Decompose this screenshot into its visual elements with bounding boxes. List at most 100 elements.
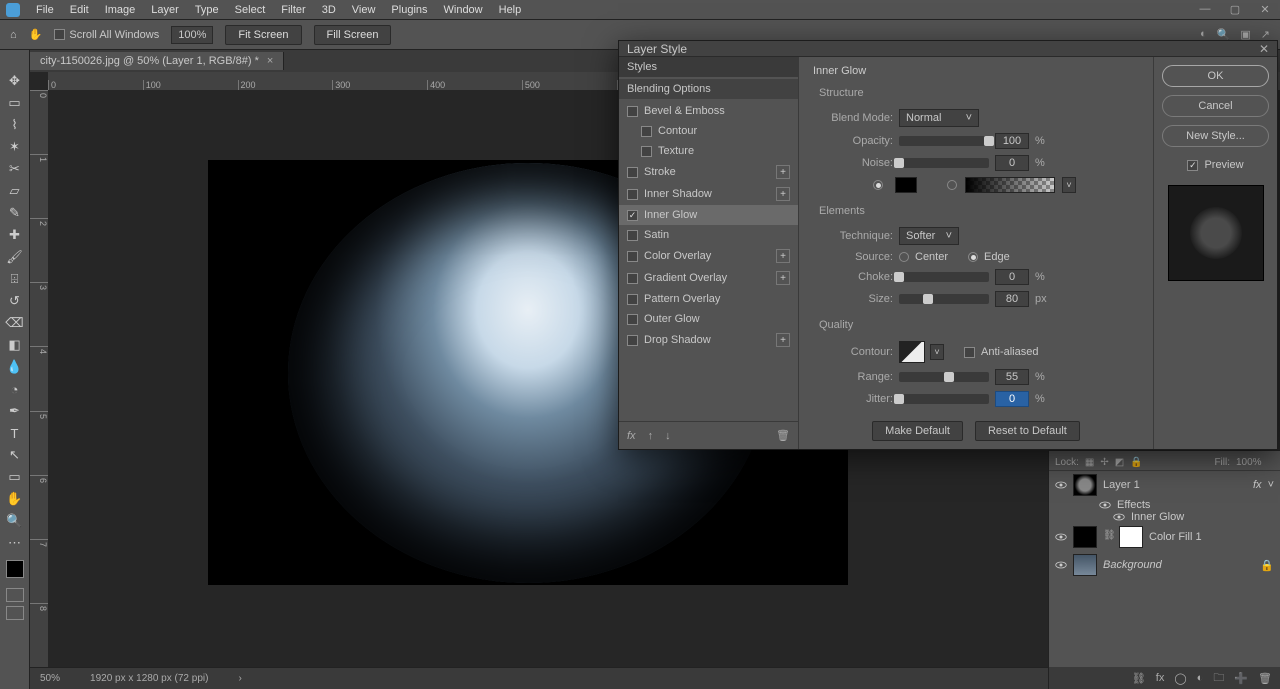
marquee-tool-icon[interactable]: ▭ [3, 92, 27, 114]
size-field[interactable]: 80 [995, 291, 1029, 307]
ok-button[interactable]: OK [1162, 65, 1269, 87]
add-instance-icon[interactable]: + [776, 249, 790, 263]
layer-row[interactable]: Background 🔒 [1049, 551, 1280, 579]
move-up-icon[interactable]: ↑ [648, 430, 654, 442]
document-tab[interactable]: city-1150026.jpg @ 50% (Layer 1, RGB/8#)… [30, 52, 284, 70]
size-slider[interactable] [899, 294, 989, 304]
zoom-level-field[interactable]: 100% [171, 26, 213, 44]
layer-thumbnail[interactable] [1073, 474, 1097, 496]
layer-row[interactable]: Layer 1 fx ˅ [1049, 471, 1280, 499]
style-item-gradient-overlay[interactable]: Gradient Overlay+ [619, 267, 798, 289]
link-layers-icon[interactable]: ⛓ [1132, 672, 1146, 685]
cancel-button[interactable]: Cancel [1162, 95, 1269, 117]
layer-name[interactable]: Layer 1 [1103, 479, 1247, 491]
blending-options-item[interactable]: Blending Options [619, 79, 798, 99]
style-checkbox[interactable] [641, 126, 652, 137]
move-down-icon[interactable]: ↓ [665, 430, 671, 442]
frame-tool-icon[interactable]: ▱ [3, 180, 27, 202]
layer-effects-label[interactable]: Effects [1049, 499, 1280, 511]
path-tool-icon[interactable]: ↖ [3, 444, 27, 466]
add-instance-icon[interactable]: + [776, 333, 790, 347]
source-edge-radio[interactable] [968, 252, 978, 262]
range-field[interactable]: 55 [995, 369, 1029, 385]
noise-slider[interactable] [899, 158, 989, 168]
dodge-tool-icon[interactable]: ◔ [3, 378, 27, 400]
menu-plugins[interactable]: Plugins [383, 4, 435, 16]
noise-field[interactable]: 0 [995, 155, 1029, 171]
style-checkbox[interactable] [627, 314, 638, 325]
reset-default-button[interactable]: Reset to Default [975, 421, 1080, 441]
add-instance-icon[interactable]: + [776, 187, 790, 201]
jitter-slider[interactable] [899, 394, 989, 404]
menu-layer[interactable]: Layer [143, 4, 187, 16]
effects-chevron-icon[interactable]: ˅ [1268, 479, 1274, 491]
menu-filter[interactable]: Filter [273, 4, 313, 16]
layer-fill-thumbnail[interactable] [1073, 526, 1097, 548]
preview-checkbox[interactable] [1187, 160, 1198, 171]
link-icon[interactable]: ⛓ [1103, 530, 1113, 544]
status-chevron-icon[interactable]: › [238, 673, 241, 684]
style-item-color-overlay[interactable]: Color Overlay+ [619, 245, 798, 267]
style-item-pattern-overlay[interactable]: Pattern Overlay [619, 289, 798, 309]
wand-tool-icon[interactable]: ✶ [3, 136, 27, 158]
window-maximize-icon[interactable]: ▢ [1226, 3, 1244, 16]
style-item-stroke[interactable]: Stroke+ [619, 161, 798, 183]
technique-dropdown[interactable]: Softer ˅ [899, 227, 959, 245]
layer-fx-badge[interactable]: fx [1253, 479, 1262, 491]
layer-name[interactable]: Background [1103, 559, 1254, 571]
layer-mask-thumbnail[interactable] [1119, 526, 1143, 548]
group-icon[interactable]: 🗀 [1213, 669, 1224, 688]
crop-tool-icon[interactable]: ✂ [3, 158, 27, 180]
menu-select[interactable]: Select [227, 4, 274, 16]
hand-tool-icon[interactable]: ✋ [29, 28, 43, 41]
gradient-chevron-icon[interactable]: ˅ [1062, 177, 1076, 193]
menu-help[interactable]: Help [491, 4, 530, 16]
screen-mode-icon[interactable] [6, 606, 24, 620]
style-checkbox[interactable] [627, 106, 638, 117]
style-checkbox[interactable] [627, 167, 638, 178]
zoom-tool-icon[interactable]: 🔍 [3, 510, 27, 532]
history-brush-icon[interactable]: ↺ [3, 290, 27, 312]
lock-all-icon[interactable]: 🔒 [1130, 457, 1142, 468]
scroll-all-windows-checkbox[interactable]: Scroll All Windows [54, 29, 159, 41]
choke-slider[interactable] [899, 272, 989, 282]
add-style-icon[interactable]: fx [1156, 672, 1165, 684]
visibility-icon[interactable] [1055, 479, 1067, 491]
hand-tool-icon[interactable]: ✋ [3, 488, 27, 510]
layer-effect-inner-glow[interactable]: Inner Glow [1049, 511, 1280, 523]
lasso-tool-icon[interactable]: ⌇ [3, 114, 27, 136]
add-instance-icon[interactable]: + [776, 165, 790, 179]
add-instance-icon[interactable]: + [776, 271, 790, 285]
visibility-icon[interactable] [1055, 531, 1067, 543]
style-checkbox[interactable] [627, 230, 638, 241]
menu-3d[interactable]: 3D [314, 4, 344, 16]
fill-screen-button[interactable]: Fill Screen [314, 25, 392, 45]
eraser-tool-icon[interactable]: ⌫ [3, 312, 27, 334]
layer-name[interactable]: Color Fill 1 [1149, 531, 1274, 543]
visibility-icon[interactable] [1055, 559, 1067, 571]
style-item-texture[interactable]: Texture [619, 141, 798, 161]
style-item-inner-glow[interactable]: Inner Glow [619, 205, 798, 225]
menu-view[interactable]: View [344, 4, 384, 16]
style-item-bevel-emboss[interactable]: Bevel & Emboss [619, 101, 798, 121]
document-tab-close-icon[interactable]: × [267, 55, 273, 67]
lock-pixels-icon[interactable]: ▦ [1085, 457, 1094, 468]
style-item-drop-shadow[interactable]: Drop Shadow+ [619, 329, 798, 351]
lock-position-icon[interactable]: ✢ [1100, 457, 1108, 468]
menu-file[interactable]: File [28, 4, 62, 16]
style-checkbox[interactable] [627, 273, 638, 284]
menu-type[interactable]: Type [187, 4, 227, 16]
choke-field[interactable]: 0 [995, 269, 1029, 285]
lock-artboard-icon[interactable]: ◩ [1115, 457, 1124, 468]
dialog-close-icon[interactable]: ✕ [1259, 42, 1269, 56]
opacity-field[interactable]: 100 [995, 133, 1029, 149]
more-tools-icon[interactable]: ⋯ [3, 532, 27, 554]
blur-tool-icon[interactable]: 💧 [3, 356, 27, 378]
window-minimize-icon[interactable]: — [1196, 3, 1214, 16]
shape-tool-icon[interactable]: ▭ [3, 466, 27, 488]
blend-mode-dropdown[interactable]: Normal ˅ [899, 109, 979, 127]
style-item-satin[interactable]: Satin [619, 225, 798, 245]
delete-layer-icon[interactable]: 🗑 [1258, 672, 1272, 685]
visibility-icon[interactable] [1113, 511, 1125, 523]
antialiased-checkbox[interactable] [964, 347, 975, 358]
